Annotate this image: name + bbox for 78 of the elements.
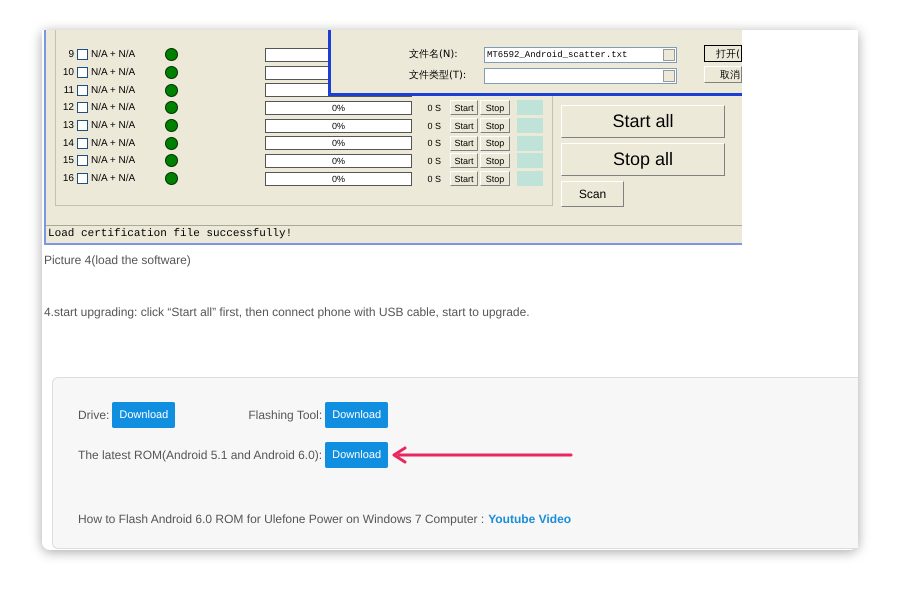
rom-label: The latest ROM(Android 5.1 and Android 6.0): <box>78 448 322 462</box>
start-button[interactable]: Start <box>450 171 478 186</box>
progress-bar: 0% <box>265 154 412 168</box>
file-name-field[interactable]: MT6592_Android_scatter.txt <box>484 47 677 63</box>
status-dot-icon <box>165 136 178 150</box>
start-button[interactable]: Start <box>450 100 478 116</box>
status-dot-icon <box>165 101 178 114</box>
elapsed-time: 0 S <box>426 102 441 113</box>
port-label: N/A + N/A <box>91 49 136 60</box>
file-name-label: 文件名(N): <box>409 48 458 61</box>
start-button[interactable]: Start <box>450 136 478 151</box>
checkbox[interactable] <box>77 138 88 149</box>
picture-caption: Picture 4(load the software) <box>44 253 192 267</box>
status-indicator <box>517 153 543 168</box>
elapsed-time: 0 S <box>426 120 441 131</box>
cancel-button[interactable]: 取消 <box>704 66 742 83</box>
status-indicator <box>517 136 543 151</box>
progress-bar: 0% <box>265 118 412 133</box>
status-indicator <box>517 118 543 134</box>
video-description: How to Flash Android 6.0 ROM for Ulefone Power on Windows 7 Computer : <box>78 512 484 526</box>
stop-button[interactable]: Stop <box>480 171 510 186</box>
row-number: 9 <box>67 49 74 60</box>
checkbox[interactable] <box>77 67 88 78</box>
dropdown-icon <box>663 70 675 82</box>
checkbox[interactable] <box>77 155 88 166</box>
stop-button[interactable]: Stop <box>480 100 510 116</box>
start-button[interactable]: Start <box>450 153 478 168</box>
stop-button[interactable]: Stop <box>480 153 510 168</box>
download-button[interactable]: Download <box>112 402 176 428</box>
row-number: 14 <box>62 138 74 149</box>
checkbox[interactable] <box>77 49 88 60</box>
stop-button[interactable]: Stop <box>480 118 510 134</box>
row-number: 13 <box>62 120 74 132</box>
download-button[interactable]: Download <box>325 402 388 428</box>
row-number: 16 <box>62 173 74 184</box>
scan-button[interactable]: Scan <box>561 181 624 207</box>
checkbox[interactable] <box>77 102 88 114</box>
status-dot-icon <box>165 48 178 62</box>
row-number: 12 <box>62 102 74 114</box>
elapsed-time: 0 S <box>426 156 441 166</box>
row-number: 10 <box>62 67 74 78</box>
instruction-text: 4.start upgrading: click “Start all” first, then connect phone with USB cable, start to upgrade. <box>44 305 531 319</box>
status-indicator <box>517 100 543 116</box>
progress-bar: 0% <box>265 100 412 115</box>
open-button[interactable]: 打开( <box>704 45 742 62</box>
port-label: N/A + N/A <box>91 120 136 132</box>
start-button[interactable]: Start <box>450 118 478 134</box>
port-label: N/A + N/A <box>91 84 136 96</box>
checkbox[interactable] <box>77 84 88 96</box>
status-dot-icon <box>165 66 178 80</box>
progress-bar: 0% <box>265 172 412 186</box>
status-indicator <box>517 171 543 186</box>
flashing-tool-label: Flashing Tool: <box>248 408 322 422</box>
port-label: N/A + N/A <box>91 138 136 149</box>
file-type-field[interactable] <box>484 68 677 84</box>
port-label: N/A + N/A <box>91 173 136 184</box>
checkbox[interactable] <box>77 120 88 132</box>
status-dot-icon <box>165 84 178 97</box>
port-label: N/A + N/A <box>91 155 136 166</box>
checkbox[interactable] <box>77 173 88 184</box>
elapsed-time: 0 S <box>426 174 441 184</box>
row-number: 15 <box>62 155 74 166</box>
status-dot-icon <box>165 154 178 168</box>
status-dot-icon <box>165 119 178 132</box>
row-number: 11 <box>62 84 74 96</box>
progress-bar: 0% <box>265 136 412 150</box>
stop-all-button[interactable]: Stop all <box>561 143 725 176</box>
stop-button[interactable]: Stop <box>480 136 510 151</box>
drive-label: Drive: <box>78 408 110 422</box>
file-type-label: 文件类型(T): <box>409 68 466 82</box>
port-label: N/A + N/A <box>91 102 136 114</box>
port-label: N/A + N/A <box>91 67 136 78</box>
download-button[interactable]: Download <box>325 442 388 468</box>
status-bar: Load certification file successfully! <box>46 225 742 243</box>
status-dot-icon <box>165 172 178 186</box>
dropdown-icon <box>663 49 675 61</box>
elapsed-time: 0 S <box>426 138 441 148</box>
start-all-button[interactable]: Start all <box>561 105 725 138</box>
